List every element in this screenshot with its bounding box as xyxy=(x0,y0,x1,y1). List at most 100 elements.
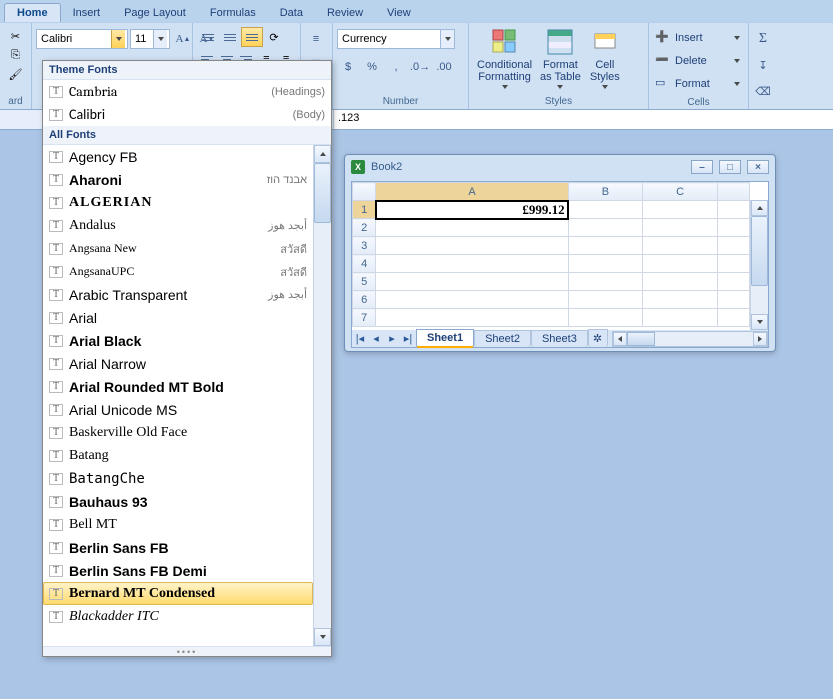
wrap-text-button[interactable]: ≡ xyxy=(305,29,327,49)
row-header-6[interactable]: 6 xyxy=(353,291,376,309)
delete-cells-button[interactable]: ➖ Delete xyxy=(653,50,744,72)
tab-review[interactable]: Review xyxy=(315,4,375,22)
font-option-bernard-mt-condensed[interactable]: TBernard MT Condensed xyxy=(43,582,313,605)
font-option-bell-mt[interactable]: TBell MT xyxy=(43,513,313,536)
font-option-angsanaupc[interactable]: TAngsanaUPCสวัสดี xyxy=(43,260,313,283)
column-header-a[interactable]: A xyxy=(376,183,568,201)
conditional-formatting-button[interactable]: Conditional Formatting xyxy=(473,25,536,91)
minimize-button[interactable]: – xyxy=(691,160,713,174)
font-name-input[interactable] xyxy=(37,30,111,48)
font-option-angsana-new[interactable]: TAngsana Newสวัสดี xyxy=(43,237,313,260)
font-option-arial-narrow[interactable]: TArial Narrow xyxy=(43,352,313,375)
font-option-baskerville-old-face[interactable]: TBaskerville Old Face xyxy=(43,421,313,444)
sheet-tab-3[interactable]: Sheet3 xyxy=(531,330,588,347)
row-header-2[interactable]: 2 xyxy=(353,219,376,237)
prev-sheet-button[interactable]: ◂ xyxy=(368,331,384,347)
font-option-algerian[interactable]: TALGERIAN xyxy=(43,191,313,214)
ws-scroll-down[interactable] xyxy=(751,314,768,330)
workbook-titlebar[interactable]: X Book2 – □ × xyxy=(345,155,775,179)
cell-styles-button[interactable]: Cell Styles xyxy=(585,25,625,91)
sheet-tab-1[interactable]: Sheet1 xyxy=(416,329,474,348)
cell-c1[interactable] xyxy=(643,201,718,219)
font-option-berlin-sans-fb-demi[interactable]: TBerlin Sans FB Demi xyxy=(43,559,313,582)
orientation-button[interactable]: ⟳ xyxy=(263,27,285,47)
insert-cells-button[interactable]: ➕ Insert xyxy=(653,27,744,49)
font-option-batangche[interactable]: TBatangChe xyxy=(43,467,313,490)
font-option-agency-fb[interactable]: TAgency FB xyxy=(43,145,313,168)
font-option-andalus[interactable]: TAndalusأبجد هوز xyxy=(43,214,313,237)
comma-format-button[interactable]: , xyxy=(385,57,407,77)
maximize-button[interactable]: □ xyxy=(719,160,741,174)
cut-icon[interactable]: ✂ xyxy=(7,28,25,44)
first-sheet-button[interactable]: |◂ xyxy=(352,331,368,347)
font-name-combo[interactable] xyxy=(36,29,128,49)
worksheet-grid[interactable]: A B C 1 £999.12 2 3 4 5 6 7 xyxy=(351,181,769,331)
font-option-arial-unicode-ms[interactable]: TArial Unicode MS xyxy=(43,398,313,421)
font-option-aharoni[interactable]: TAharoniאבנד הוז xyxy=(43,168,313,191)
tab-formulas[interactable]: Formulas xyxy=(198,4,268,22)
font-option-batang[interactable]: TBatang xyxy=(43,444,313,467)
hscroll-right[interactable] xyxy=(753,332,767,346)
select-all-cell[interactable] xyxy=(353,183,376,201)
format-as-table-button[interactable]: Format as Table xyxy=(536,25,585,91)
decrease-decimal-button[interactable]: .00 xyxy=(433,57,455,77)
next-sheet-button[interactable]: ▸ xyxy=(384,331,400,347)
ws-scroll-up[interactable] xyxy=(751,200,768,216)
hscroll-thumb[interactable] xyxy=(627,332,655,346)
row-header-7[interactable]: 7 xyxy=(353,309,376,327)
font-size-combo[interactable] xyxy=(130,29,170,49)
fill-button[interactable]: ↧ xyxy=(752,55,774,75)
number-format-combo[interactable]: Currency xyxy=(337,29,455,49)
number-format-dropdown-button[interactable] xyxy=(440,30,454,48)
font-option-bauhaus-93[interactable]: TBauhaus 93 xyxy=(43,490,313,513)
dropdown-resize-handle[interactable]: •••• xyxy=(43,646,331,656)
ws-scroll-thumb[interactable] xyxy=(751,216,768,286)
new-sheet-button[interactable]: ✲ xyxy=(588,329,608,347)
hscroll-left[interactable] xyxy=(613,332,627,346)
clear-button[interactable]: ⌫ xyxy=(752,81,774,101)
accounting-format-button[interactable]: $ xyxy=(337,57,359,77)
copy-icon[interactable]: ⎘ xyxy=(7,47,25,63)
increase-decimal-button[interactable]: .0→ xyxy=(409,57,431,77)
font-option-cambria[interactable]: TCambria(Headings) xyxy=(43,80,331,103)
font-option-arabic-transparent[interactable]: TArabic Transparentأبجد هوز xyxy=(43,283,313,306)
font-option-arial-black[interactable]: TArial Black xyxy=(43,329,313,352)
font-option-calibri[interactable]: TCalibri(Body) xyxy=(43,103,331,126)
sheet-tab-2[interactable]: Sheet2 xyxy=(474,330,531,347)
scroll-down-button[interactable] xyxy=(314,628,331,646)
format-painter-icon[interactable]: 🖌 xyxy=(7,66,25,82)
tab-view[interactable]: View xyxy=(375,4,423,22)
font-name-dropdown-button[interactable] xyxy=(111,30,125,48)
last-sheet-button[interactable]: ▸| xyxy=(400,331,416,347)
font-size-dropdown-button[interactable] xyxy=(153,30,167,48)
font-option-arial[interactable]: TArial xyxy=(43,306,313,329)
align-bottom-button[interactable] xyxy=(241,27,263,47)
scroll-up-button[interactable] xyxy=(314,145,331,163)
tab-page-layout[interactable]: Page Layout xyxy=(112,4,198,22)
align-middle-button[interactable] xyxy=(219,27,241,47)
grow-font-button[interactable]: A▲ xyxy=(172,29,194,49)
cell-a1[interactable]: £999.12 xyxy=(376,201,568,219)
cell-d1[interactable] xyxy=(717,201,749,219)
tab-home[interactable]: Home xyxy=(4,3,61,22)
font-option-berlin-sans-fb[interactable]: TBerlin Sans FB xyxy=(43,536,313,559)
column-header-d[interactable] xyxy=(717,183,749,201)
font-option-blackadder-itc[interactable]: TBlackadder ITC xyxy=(43,605,313,628)
autosum-button[interactable]: Σ xyxy=(752,29,774,49)
cell-b1[interactable] xyxy=(568,201,643,219)
column-header-c[interactable]: C xyxy=(643,183,718,201)
row-header-1[interactable]: 1 xyxy=(353,201,376,219)
worksheet-vscrollbar[interactable] xyxy=(750,200,768,330)
font-option-arial-rounded-mt-bold[interactable]: TArial Rounded MT Bold xyxy=(43,375,313,398)
worksheet-hscrollbar[interactable] xyxy=(612,331,768,347)
align-top-button[interactable] xyxy=(197,27,219,47)
row-header-3[interactable]: 3 xyxy=(353,237,376,255)
column-header-b[interactable]: B xyxy=(568,183,643,201)
format-cells-button[interactable]: ▭ Format xyxy=(653,73,744,95)
tab-insert[interactable]: Insert xyxy=(61,4,113,22)
close-button[interactable]: × xyxy=(747,160,769,174)
tab-data[interactable]: Data xyxy=(268,4,315,22)
percent-format-button[interactable]: % xyxy=(361,57,383,77)
scroll-thumb[interactable] xyxy=(314,163,331,223)
row-header-5[interactable]: 5 xyxy=(353,273,376,291)
